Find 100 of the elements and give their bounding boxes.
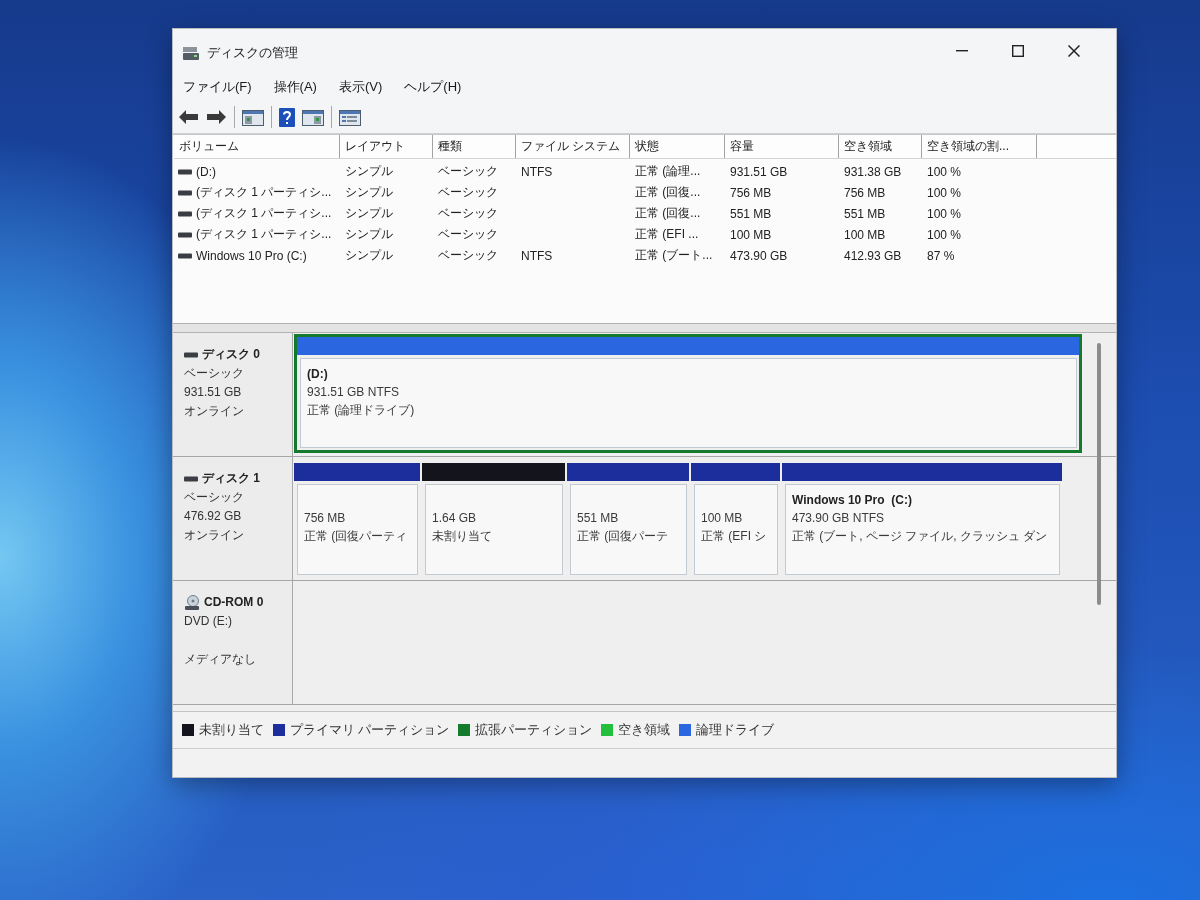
drive-icon <box>182 45 200 61</box>
column-header[interactable]: レイアウト <box>340 135 433 158</box>
legend-label: 論理ドライブ <box>696 721 775 739</box>
table-cell-text: NTFS <box>520 248 554 263</box>
partition-header-bar[interactable] <box>567 463 689 481</box>
close-icon <box>1068 45 1080 57</box>
table-cell: (ディスク 1 パーティシ... <box>196 226 332 243</box>
partition-header-bar[interactable] <box>297 337 1079 355</box>
drive-icon <box>184 351 198 358</box>
table-cell-text: ベーシック <box>437 184 499 201</box>
console-tree-icon[interactable] <box>242 108 264 126</box>
partition-panel[interactable]: 1.64 GB 未割り当て <box>425 484 563 575</box>
table-cell-text: 100 % <box>926 227 963 242</box>
table-cell-text: シンプル <box>344 184 394 201</box>
drive-type: DVD (E:) <box>184 613 233 630</box>
table-cell-text: シンプル <box>344 226 394 243</box>
legend-label: 空き領域 <box>618 721 671 739</box>
drive-icon <box>184 475 198 482</box>
partition-header-bar[interactable] <box>782 463 1062 481</box>
partition-label: Windows 10 Pro (C:) <box>792 492 913 509</box>
table-cell-text: 100 % <box>926 185 963 200</box>
back-arrow-icon[interactable] <box>178 109 199 125</box>
legend-label: プライマリ パーティション <box>290 721 450 739</box>
extended-partition-frame[interactable]: (D:) 931.51 GB NTFS 正常 (論理ドライブ) <box>294 334 1082 453</box>
table-cell-text: 正常 (回復... <box>634 205 702 222</box>
table-cell: (D:) <box>196 164 216 179</box>
table-cell-text: 正常 (論理... <box>634 163 702 180</box>
column-header[interactable]: 状態 <box>630 135 725 158</box>
disk-size: 931.51 GB <box>184 384 243 401</box>
partition-size: 931.51 GB NTFS <box>307 384 401 401</box>
column-header[interactable]: 種類 <box>433 135 516 158</box>
partition-panel[interactable]: 756 MB 正常 (回復パーティ <box>297 484 418 575</box>
partition-status: 未割り当て <box>432 528 493 545</box>
partition-panel[interactable]: 551 MB 正常 (回復パーテ <box>570 484 687 575</box>
partition-size: 473.90 GB NTFS <box>792 510 886 527</box>
column-header[interactable]: 空き領域の割... <box>922 135 1037 158</box>
partition-status: 正常 (ブート, ページ ファイル, クラッシュ ダン <box>792 528 1049 545</box>
drive-icon <box>178 252 192 259</box>
menu-item[interactable]: ファイル(F) <box>175 75 260 99</box>
partition-header-bar[interactable] <box>294 463 420 481</box>
table-cell: (ディスク 1 パーティシ... <box>196 205 332 222</box>
table-cell-text: 473.90 GB <box>729 248 789 263</box>
table-cell-text: 931.38 GB <box>843 164 903 179</box>
partition-status: 正常 (EFI シ <box>701 528 768 545</box>
maximize-icon <box>1012 45 1024 57</box>
partition-size: 100 MB <box>701 510 744 527</box>
menu-item[interactable]: 操作(A) <box>265 75 325 99</box>
table-cell-text: シンプル <box>344 163 394 180</box>
drive-icon <box>178 210 192 217</box>
disk-type: ベーシック <box>184 365 245 382</box>
drive-icon <box>178 231 192 238</box>
drive-icon <box>178 189 192 196</box>
table-cell-text: NTFS <box>520 164 554 179</box>
table-cell-text: 756 MB <box>729 185 773 200</box>
forward-arrow-icon[interactable] <box>206 109 227 125</box>
list-view-icon[interactable] <box>339 108 361 126</box>
disk-name: ディスク 0 <box>202 346 260 363</box>
table-cell-text: 931.51 GB <box>729 164 789 179</box>
table-cell-text: 551 MB <box>843 206 887 221</box>
help-icon[interactable] <box>279 107 295 127</box>
partition-panel[interactable]: 100 MB 正常 (EFI シ <box>694 484 778 575</box>
pane-splitter[interactable] <box>173 323 1116 333</box>
legend-label: 拡張パーティション <box>475 721 593 739</box>
table-cell-text: 100 MB <box>843 227 887 242</box>
table-cell-text: 100 % <box>926 164 963 179</box>
partition-panel[interactable]: Windows 10 Pro (C:) 473.90 GB NTFS 正常 (ブート, ページ ファイル, クラッシュ ダン <box>785 484 1060 575</box>
drive-icon <box>178 168 192 175</box>
legend-label: 未割り当て <box>199 721 264 739</box>
table-cell: Windows 10 Pro (C:) <box>196 248 307 263</box>
partition-size: 551 MB <box>577 510 620 527</box>
table-cell-text: 87 % <box>926 248 956 263</box>
table-cell-text: シンプル <box>344 247 394 264</box>
drive-status: メディアなし <box>184 651 257 668</box>
table-cell-text: ベーシック <box>437 205 499 222</box>
table-cell-text: シンプル <box>344 205 394 222</box>
partition-status: 正常 (回復パーテ <box>577 528 670 545</box>
action-pane-icon[interactable] <box>302 108 324 126</box>
partition-header-bar[interactable] <box>691 463 780 481</box>
column-header[interactable]: 空き領域 <box>839 135 922 158</box>
disk-status: オンライン <box>184 403 245 420</box>
partition-header-bar[interactable] <box>422 463 565 481</box>
menu-item[interactable]: ヘルプ(H) <box>396 75 470 99</box>
disk-name: ディスク 1 <box>202 470 260 487</box>
table-cell-text: ベーシック <box>437 247 499 264</box>
table-cell-text: 412.93 GB <box>843 248 903 263</box>
table-cell-text: 正常 (ブート... <box>634 247 714 264</box>
scrollbar-thumb[interactable] <box>1097 343 1101 605</box>
column-header[interactable]: ファイル システム <box>516 135 630 158</box>
menu-item[interactable]: 表示(V) <box>330 75 391 99</box>
table-cell-text: ベーシック <box>437 163 499 180</box>
disk-status: オンライン <box>184 527 245 544</box>
table-cell: (ディスク 1 パーティシ... <box>196 184 332 201</box>
disk-type: ベーシック <box>184 489 245 506</box>
column-header[interactable]: ボリューム <box>174 135 340 158</box>
table-cell-text: 正常 (回復... <box>634 184 702 201</box>
partition-panel[interactable]: (D:) 931.51 GB NTFS 正常 (論理ドライブ) <box>300 358 1077 448</box>
column-header[interactable]: 容量 <box>725 135 839 158</box>
table-cell-text: 100 % <box>926 206 963 221</box>
partition-label: (D:) <box>307 366 329 383</box>
window-title: ディスクの管理 <box>207 44 298 62</box>
